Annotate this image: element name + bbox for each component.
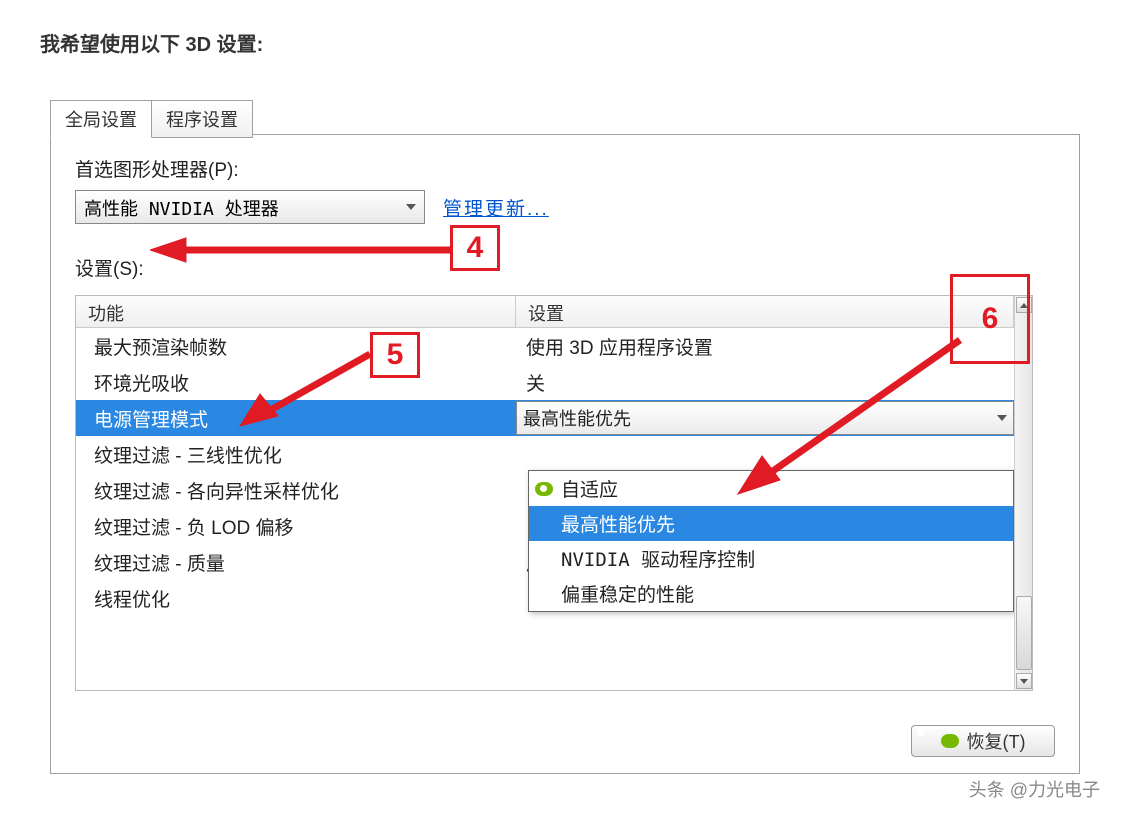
feature-cell: 线程优化 [76, 585, 516, 612]
manage-updates-link[interactable]: 管理更新... [443, 194, 549, 221]
dropdown-option-label: 偏重稳定的性能 [561, 584, 694, 606]
chevron-down-icon [406, 204, 416, 210]
restore-button-label: 恢复(T) [967, 728, 1026, 754]
feature-cell: 纹理过滤 - 负 LOD 偏移 [76, 513, 516, 540]
annotation-box-4: 4 [450, 225, 500, 271]
preferred-gpu-value: 高性能 NVIDIA 处理器 [84, 199, 279, 220]
dropdown-option-selected[interactable]: 最高性能优先 [529, 506, 1013, 541]
annotation-arrow-4 [150, 232, 450, 272]
annotation-arrow-6 [730, 330, 970, 500]
dropdown-option-label: 最高性能优先 [561, 514, 675, 536]
dropdown-option-label: 自适应 [561, 480, 618, 501]
annotation-box-6: 6 [950, 274, 1030, 364]
preferred-gpu-row: 高性能 NVIDIA 处理器 管理更新... [75, 190, 1055, 224]
annotation-box-5: 5 [370, 332, 420, 378]
page-title: 我希望使用以下 3D 设置: [40, 28, 263, 57]
watermark: 头条 @力光电子 [969, 776, 1100, 802]
feature-cell: 纹理过滤 - 质量 [76, 549, 516, 576]
feature-cell: 纹理过滤 - 各向异性采样优化 [76, 477, 516, 504]
chevron-down-icon [997, 415, 1007, 421]
column-header-feature[interactable]: 功能 [76, 296, 516, 327]
annotation-arrow-5 [230, 350, 380, 430]
scroll-down-button[interactable] [1016, 673, 1032, 689]
grid-header: 功能 设置 [76, 296, 1014, 328]
feature-cell: 纹理过滤 - 三线性优化 [76, 441, 516, 468]
dropdown-option[interactable]: 偏重稳定的性能 [529, 576, 1013, 611]
nvidia-icon [535, 482, 553, 496]
preferred-gpu-label: 首选图形处理器(P): [75, 155, 1055, 182]
restore-button[interactable]: 恢复(T) [911, 725, 1055, 757]
dropdown-option-label: NVIDIA 驱动程序控制 [561, 549, 755, 571]
dropdown-option[interactable]: NVIDIA 驱动程序控制 [529, 541, 1013, 576]
tab-program-settings[interactable]: 程序设置 [151, 100, 253, 138]
tab-strip: 全局设置 程序设置 [50, 100, 253, 138]
tab-global-settings[interactable]: 全局设置 [50, 100, 152, 138]
preferred-gpu-dropdown[interactable]: 高性能 NVIDIA 处理器 [75, 190, 425, 224]
power-mode-value: 最高性能优先 [523, 409, 631, 429]
nvidia-icon [941, 734, 959, 748]
column-header-setting[interactable]: 设置 [516, 296, 1014, 327]
scroll-thumb[interactable] [1016, 596, 1032, 670]
